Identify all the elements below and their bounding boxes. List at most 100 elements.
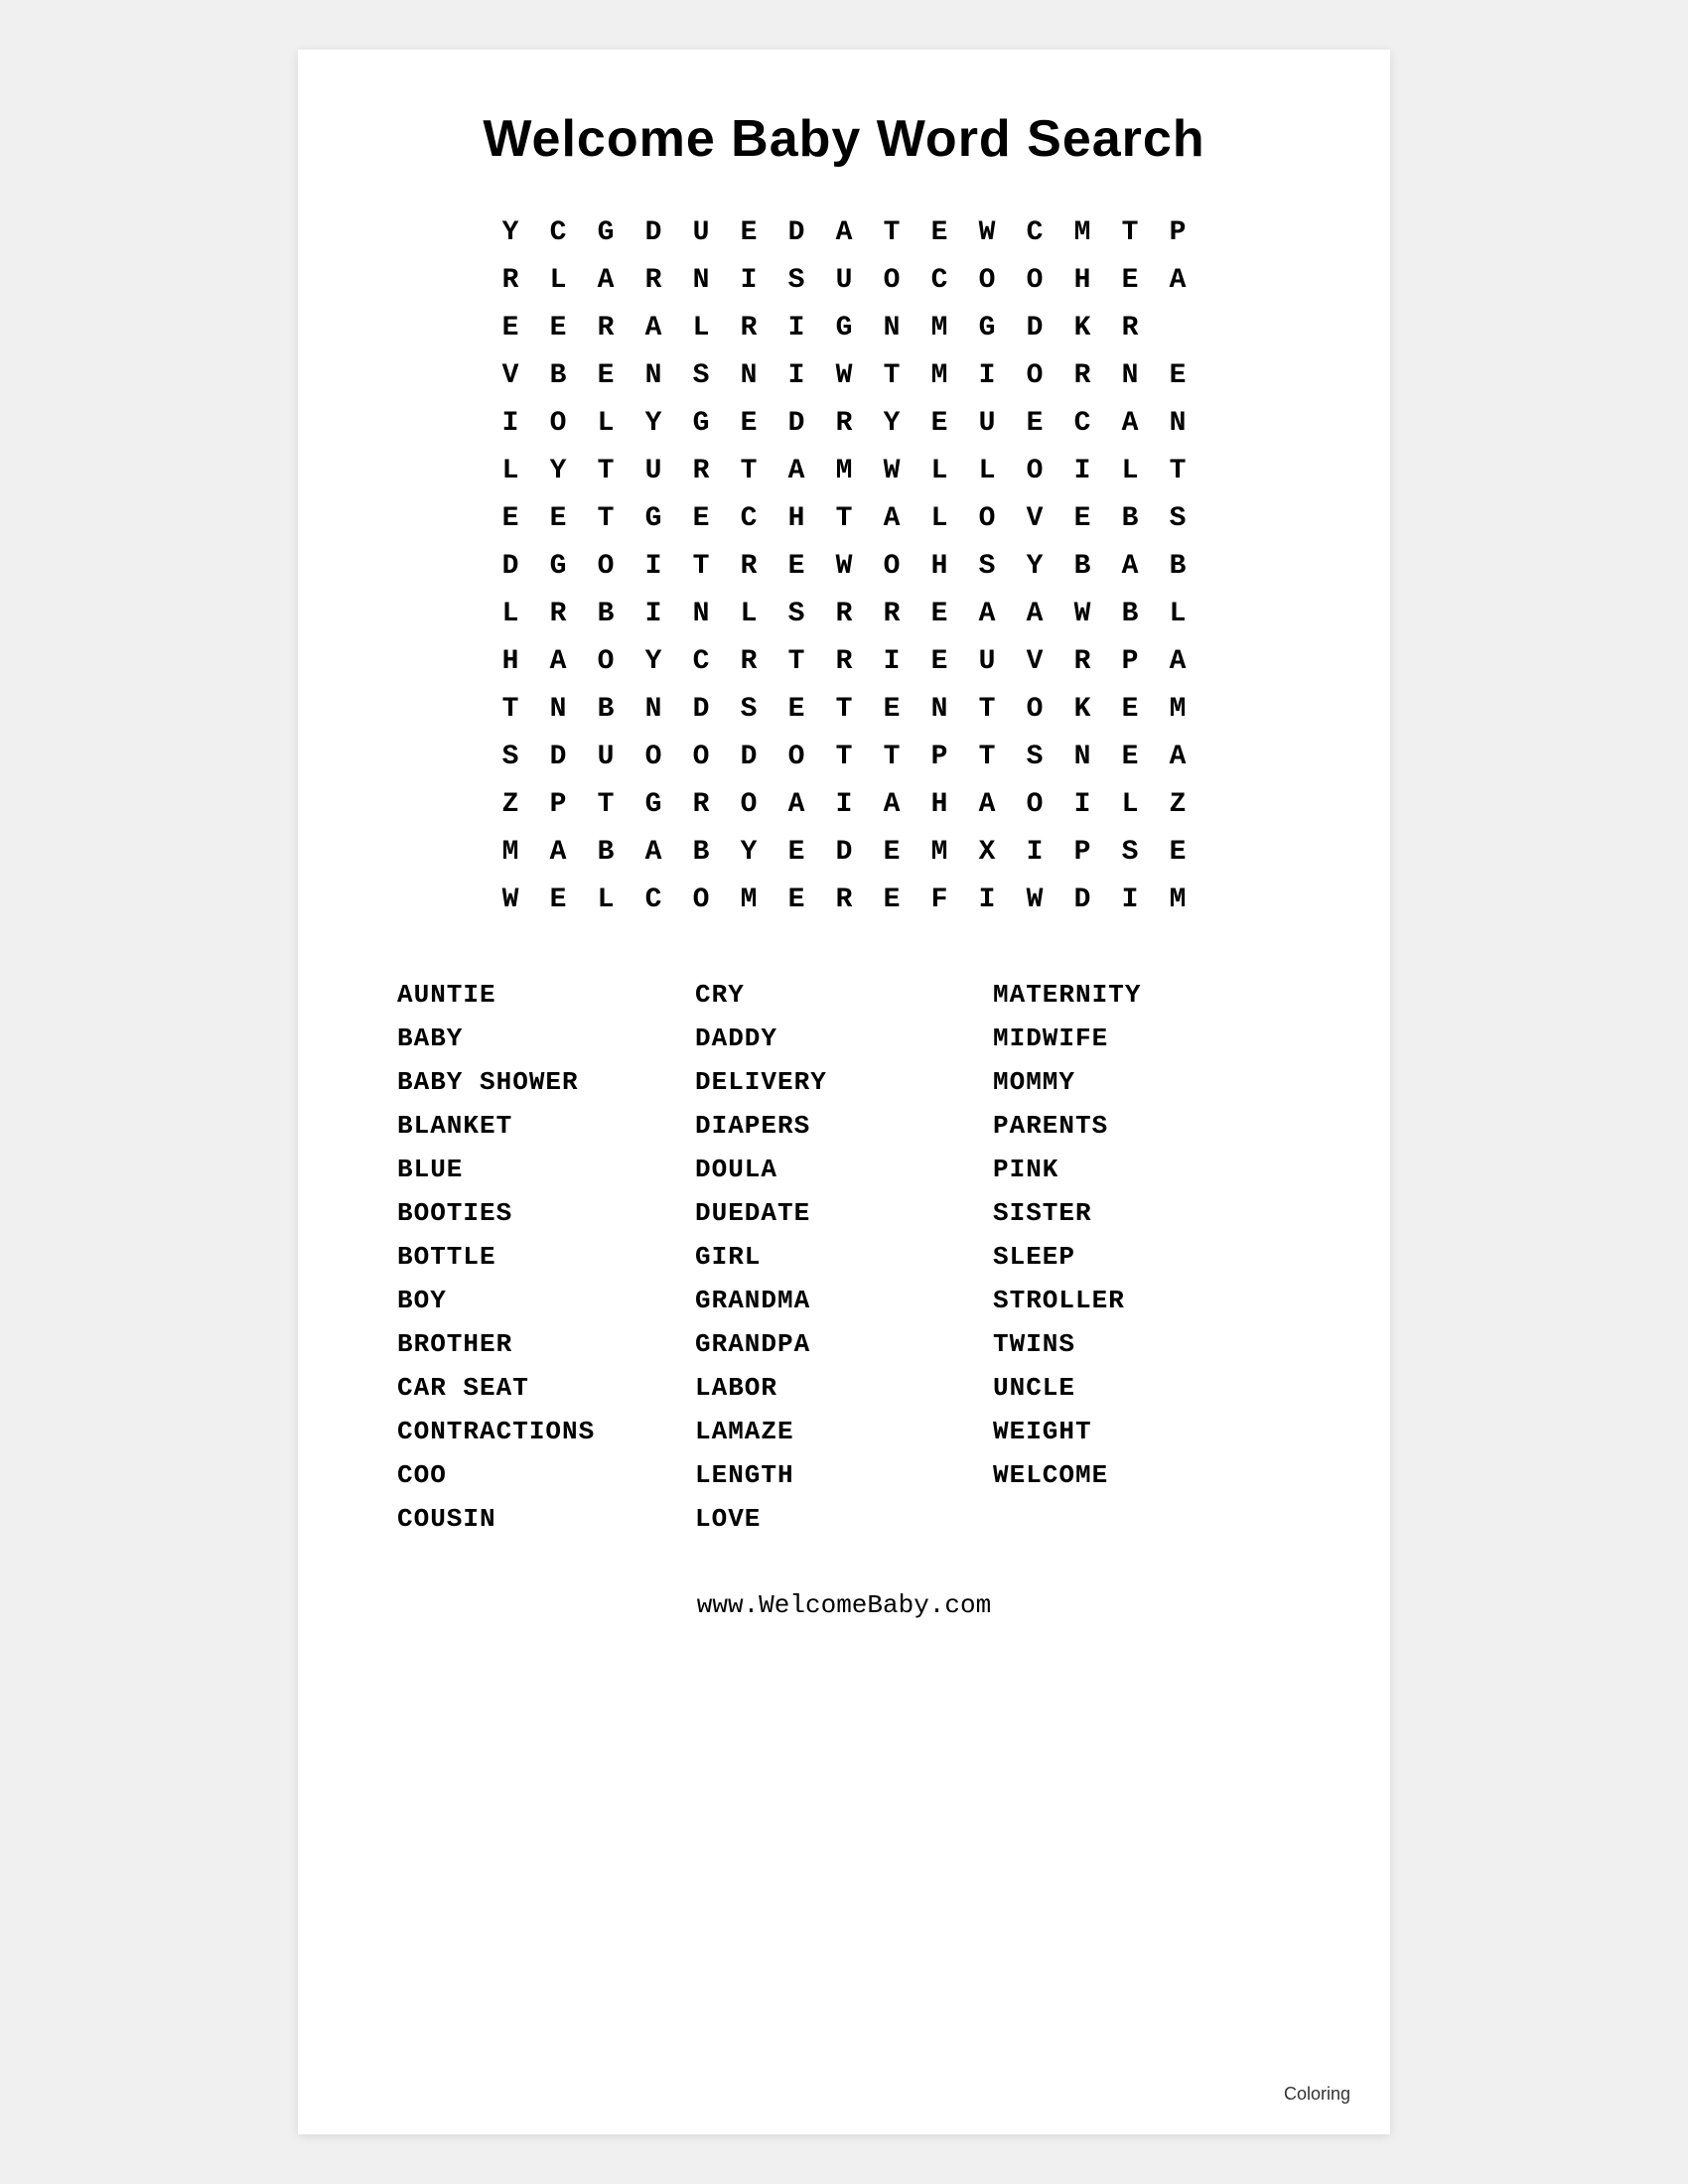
grid-cell: D xyxy=(677,685,725,733)
grid-cell: H xyxy=(773,494,820,542)
grid-cell: A xyxy=(1154,256,1201,304)
grid-cell: O xyxy=(963,494,1011,542)
grid-cell: N xyxy=(868,304,915,351)
grid-cell: D xyxy=(1011,304,1058,351)
grid-cell: O xyxy=(725,780,773,828)
word-item: DELIVERY xyxy=(695,1060,993,1104)
grid-cell: F xyxy=(915,876,963,923)
coloring-label: Coloring xyxy=(1284,2084,1350,2105)
grid-cell: E xyxy=(868,876,915,923)
grid-cell: S xyxy=(773,256,820,304)
word-search-grid: YCGDUEDATEWCMTPRLARNISUOCOOHEAEERALRIGNM… xyxy=(487,208,1201,923)
grid-cell: E xyxy=(582,351,630,399)
grid-cell: T xyxy=(1106,208,1154,256)
word-item: LAMAZE xyxy=(695,1410,993,1453)
grid-cell: E xyxy=(915,590,963,637)
grid-cell: B xyxy=(677,828,725,876)
grid-cell: R xyxy=(1106,304,1154,351)
grid-cell: I xyxy=(963,351,1011,399)
grid-cell: A xyxy=(582,256,630,304)
grid-cell: R xyxy=(820,590,868,637)
grid-cell: E xyxy=(1106,256,1154,304)
grid-cell: M xyxy=(820,447,868,494)
grid-cell: E xyxy=(915,637,963,685)
grid-cell: R xyxy=(820,637,868,685)
grid-cell: I xyxy=(630,590,677,637)
grid-cell: B xyxy=(1106,590,1154,637)
grid-cell: G xyxy=(582,208,630,256)
word-item: AUNTIE xyxy=(397,973,695,1017)
grid-cell: U xyxy=(820,256,868,304)
grid-cell: H xyxy=(915,780,963,828)
grid-cell: A xyxy=(820,208,868,256)
grid-cell: W xyxy=(487,876,534,923)
grid-cell: A xyxy=(630,828,677,876)
grid-cell: N xyxy=(677,590,725,637)
word-item: UNCLE xyxy=(993,1366,1291,1410)
grid-cell: O xyxy=(868,542,915,590)
grid-cell: P xyxy=(534,780,582,828)
word-item: BOTTLE xyxy=(397,1235,695,1279)
grid-cell: L xyxy=(677,304,725,351)
word-item: LOVE xyxy=(695,1497,993,1541)
grid-cell: W xyxy=(820,351,868,399)
word-item: COUSIN xyxy=(397,1497,695,1541)
grid-cell: L xyxy=(582,876,630,923)
grid-cell: I xyxy=(820,780,868,828)
grid-cell: K xyxy=(1058,304,1106,351)
grid-cell: E xyxy=(1106,733,1154,780)
grid-cell: B xyxy=(582,828,630,876)
grid-cell: O xyxy=(1011,780,1058,828)
word-item: GRANDMA xyxy=(695,1279,993,1322)
grid-cell: C xyxy=(677,637,725,685)
grid-cell: R xyxy=(820,399,868,447)
word-item: MATERNITY xyxy=(993,973,1291,1017)
grid-cell: Z xyxy=(487,780,534,828)
word-item: SLEEP xyxy=(993,1235,1291,1279)
grid-cell: U xyxy=(630,447,677,494)
grid-cell: H xyxy=(915,542,963,590)
grid-cell: E xyxy=(725,208,773,256)
grid-cell: A xyxy=(868,780,915,828)
grid-cell: V xyxy=(487,351,534,399)
grid-cell: B xyxy=(582,590,630,637)
grid-cell: U xyxy=(963,637,1011,685)
grid-cell: O xyxy=(1011,447,1058,494)
grid-cell xyxy=(1154,304,1201,351)
grid-cell: X xyxy=(963,828,1011,876)
grid-cell: A xyxy=(630,304,677,351)
grid-cell: A xyxy=(773,447,820,494)
footer-url: www.WelcomeBaby.com xyxy=(377,1590,1311,1620)
grid-cell: B xyxy=(1154,542,1201,590)
grid-cell: C xyxy=(915,256,963,304)
grid-cell: E xyxy=(915,399,963,447)
grid-cell: T xyxy=(868,351,915,399)
grid-cell: O xyxy=(1011,685,1058,733)
grid-cell: E xyxy=(534,494,582,542)
grid-cell: N xyxy=(630,351,677,399)
page: Welcome Baby Word Search YCGDUEDATEWCMTP… xyxy=(298,50,1390,2134)
grid-cell: R xyxy=(677,780,725,828)
word-item: BABY xyxy=(397,1017,695,1060)
grid-cell: T xyxy=(725,447,773,494)
grid-cell: H xyxy=(487,637,534,685)
word-item: LABOR xyxy=(695,1366,993,1410)
grid-cell: E xyxy=(773,685,820,733)
grid-cell: T xyxy=(487,685,534,733)
grid-cell: T xyxy=(1154,447,1201,494)
grid-cell: D xyxy=(773,399,820,447)
grid-cell: E xyxy=(1154,828,1201,876)
word-item: BOOTIES xyxy=(397,1191,695,1235)
grid-cell: O xyxy=(1011,351,1058,399)
word-item: DOULA xyxy=(695,1148,993,1191)
grid-cell: A xyxy=(963,780,1011,828)
grid-cell: D xyxy=(630,208,677,256)
word-item: GRANDPA xyxy=(695,1322,993,1366)
word-column-3: MATERNITYMIDWIFEMOMMYPARENTSPINKSISTERSL… xyxy=(993,973,1291,1541)
grid-cell: U xyxy=(677,208,725,256)
grid-cell: D xyxy=(725,733,773,780)
grid-cell: R xyxy=(725,304,773,351)
grid-cell: I xyxy=(1058,447,1106,494)
grid-cell: S xyxy=(1106,828,1154,876)
grid-cell: L xyxy=(963,447,1011,494)
